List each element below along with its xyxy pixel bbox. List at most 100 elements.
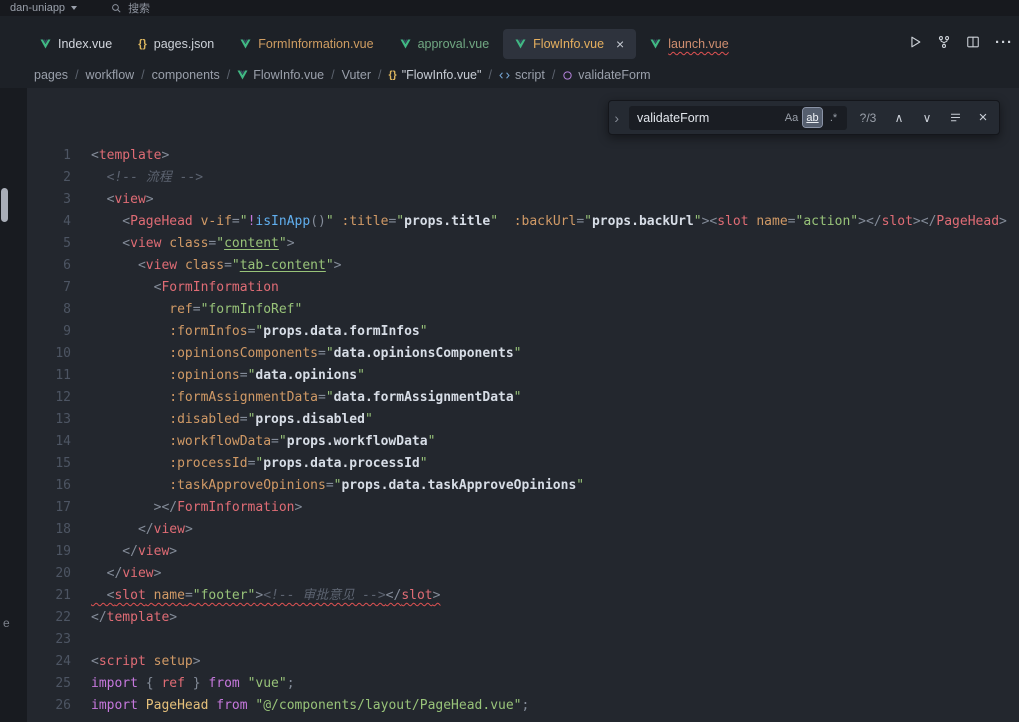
line-number: 7 [27,277,91,299]
titlebar-search[interactable]: 搜索 [111,0,150,16]
code-line[interactable]: 15 :processId="props.data.processId" [27,453,1019,475]
breadcrumb-item-components[interactable]: components [152,68,220,82]
source-control-icon[interactable] [937,35,951,49]
line-number: 11 [27,365,91,387]
code-line[interactable]: 1<template> [27,145,1019,167]
line-number: 14 [27,431,91,453]
line-number: 4 [27,211,91,233]
regex-button[interactable]: .* [824,108,843,127]
project-selector[interactable]: dan-uniapp [6,2,81,14]
breadcrumb-separator: / [75,68,78,82]
breadcrumb-separator: / [331,68,334,82]
code-line[interactable]: 19 </view> [27,541,1019,563]
line-number: 15 [27,453,91,475]
code-line[interactable]: 6 <view class="tab-content"> [27,255,1019,277]
code-line[interactable]: 13 :disabled="props.disabled" [27,409,1019,431]
breadcrumb-item-pages[interactable]: pages [34,68,68,82]
find-input[interactable] [637,111,769,125]
breadcrumb-item-vuter[interactable]: Vuter [342,68,371,82]
code-line[interactable]: 7 <FormInformation [27,277,1019,299]
tab-label: FlowInfo.vue [533,37,604,51]
breadcrumb-item-workflow[interactable]: workflow [86,68,135,82]
tab-close-icon[interactable]: × [616,37,624,51]
line-number: 8 [27,299,91,321]
tab-label: launch.vue [668,37,728,51]
line-number: 6 [27,255,91,277]
breadcrumb-label: FlowInfo.vue [253,68,324,82]
line-number: 19 [27,541,91,563]
previous-match-button[interactable]: ∧ [889,108,909,128]
code-line[interactable]: 5 <view class="content"> [27,233,1019,255]
code-line[interactable]: 22</template> [27,607,1019,629]
code-line[interactable]: 24<script setup> [27,651,1019,673]
close-icon[interactable]: × [973,108,993,128]
find-results-count: ?/3 [855,107,881,129]
tab-FlowInfo.vue[interactable]: FlowInfo.vue × [503,29,636,59]
breadcrumb-label: "FlowInfo.vue" [402,68,482,82]
json-icon: {} [138,38,147,50]
code-line[interactable]: 3 <view> [27,189,1019,211]
symbol-script-icon [499,70,510,81]
expand-replace-icon[interactable]: › [612,107,621,129]
vue-icon [400,39,411,49]
titlebar: dan-uniapp 搜索 [0,0,1019,16]
find-input-box[interactable]: Aa ab .* [629,106,847,130]
breadcrumb-separator: / [488,68,491,82]
next-match-button[interactable]: ∨ [917,108,937,128]
code-line[interactable]: 23 [27,629,1019,651]
code-line[interactable]: 21 <slot name="footer"><!-- 审批意见 --></sl… [27,585,1019,607]
code-line[interactable]: 17 ></FormInformation> [27,497,1019,519]
breadcrumb-item-validateform[interactable]: validateForm [562,68,650,82]
code-line[interactable]: 9 :formInfos="props.data.formInfos" [27,321,1019,343]
line-number: 26 [27,695,91,717]
code-line[interactable]: 14 :workflowData="props.workflowData" [27,431,1019,453]
breadcrumb-label: Vuter [342,68,371,82]
find-toggles: Aa ab .* [782,108,843,127]
breadcrumb-item--flowinfo-vue-[interactable]: {}"FlowInfo.vue" [389,68,482,82]
tab-approval.vue[interactable]: approval.vue [388,29,502,59]
tab-Index.vue[interactable]: Index.vue [28,29,124,59]
code-line[interactable]: 20 </view> [27,563,1019,585]
line-number: 5 [27,233,91,255]
line-number: 21 [27,585,91,607]
whole-word-button[interactable]: ab [803,108,822,127]
match-case-button[interactable]: Aa [782,108,801,127]
code-line[interactable]: 4 <PageHead v-if="!isInApp()" :title="pr… [27,211,1019,233]
stray-text: e [3,616,10,630]
tab-pages.json[interactable]: {}pages.json [126,29,226,59]
breadcrumb-separator: / [378,68,381,82]
search-icon [111,3,122,14]
vue-icon [40,39,51,49]
run-icon[interactable] [908,35,922,49]
symbol-method-icon [562,70,573,81]
code-lines: 1<template>2 <!-- 流程 -->3 <view>4 <PageH… [27,145,1019,717]
code-line[interactable]: 25import { ref } from "vue"; [27,673,1019,695]
code-line[interactable]: 26import PageHead from "@/components/lay… [27,695,1019,717]
split-editor-icon[interactable] [966,35,980,49]
tab-launch.vue[interactable]: launch.vue [638,29,740,59]
breadcrumb-separator: / [552,68,555,82]
line-number: 3 [27,189,91,211]
editor: e › Aa ab .* ?/3 ∧ ∨ [0,88,1019,722]
more-actions-icon[interactable]: ··· [995,34,1013,51]
tab-label: Index.vue [58,37,112,51]
code-line[interactable]: 16 :taskApproveOpinions="props.data.task… [27,475,1019,497]
drag-handle[interactable] [1,188,8,222]
breadcrumb-label: workflow [86,68,135,82]
find-in-selection-button[interactable] [945,108,965,128]
code-area[interactable]: › Aa ab .* ?/3 ∧ ∨ × 1<template [27,88,1019,722]
tab-FormInformation.vue[interactable]: FormInformation.vue [228,29,385,59]
code-line[interactable]: 18 </view> [27,519,1019,541]
code-line[interactable]: 2 <!-- 流程 --> [27,167,1019,189]
code-line[interactable]: 8 ref="formInfoRef" [27,299,1019,321]
breadcrumb-item-script[interactable]: script [499,68,545,82]
code-line[interactable]: 10 :opinionsComponents="data.opinionsCom… [27,343,1019,365]
breadcrumb-item-flowinfo-vue[interactable]: FlowInfo.vue [237,68,324,82]
code-line[interactable]: 12 :formAssignmentData="data.formAssignm… [27,387,1019,409]
vscode-window: dan-uniapp 搜索 Index.vue {}pages.jsonFormI… [0,0,1019,722]
breadcrumb-label: validateForm [578,68,650,82]
line-number: 20 [27,563,91,585]
line-number: 24 [27,651,91,673]
code-line[interactable]: 11 :opinions="data.opinions" [27,365,1019,387]
breadcrumb-label: pages [34,68,68,82]
